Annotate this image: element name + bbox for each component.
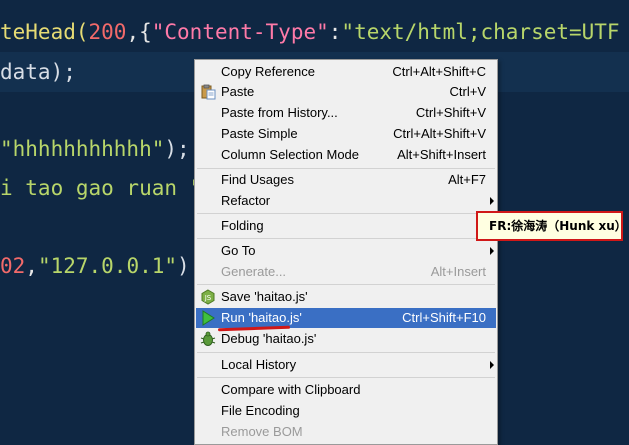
code-line-4[interactable]: i tao gao ruan ": [0, 168, 202, 208]
menu-item-generate[interactable]: Generate... Alt+Insert: [196, 262, 496, 282]
menu-separator: [197, 284, 495, 285]
code-token: i tao gao ruan ": [0, 176, 203, 200]
menu-item-copy-reference[interactable]: Copy Reference Ctrl+Alt+Shift+C: [196, 62, 496, 82]
submenu-arrow-icon: [490, 361, 494, 369]
menu-item-shortcut: Alt+Insert: [430, 264, 486, 279]
clipboard-icon: [201, 84, 216, 100]
menu-separator: [197, 168, 495, 169]
code-token: ,: [25, 254, 38, 278]
code-token: teHead(: [0, 20, 89, 44]
code-line-1[interactable]: teHead(200,{"Content-Type":"text/html;ch…: [0, 12, 620, 52]
submenu-arrow-icon: [490, 197, 494, 205]
menu-item-label: Local History: [221, 357, 297, 372]
menu-item-shortcut: Alt+F7: [448, 172, 486, 187]
menu-item-label: Run 'haitao.js': [221, 310, 302, 325]
menu-item-shortcut: Ctrl+V: [449, 84, 486, 99]
menu-item-label: Paste: [221, 84, 255, 99]
menu-item-label: Debug 'haitao.js': [221, 331, 317, 346]
submenu-arrow-icon: [490, 247, 494, 255]
menu-separator: [197, 377, 495, 378]
code-line-3[interactable]: "hhhhhhhhhhh");: [0, 129, 190, 169]
menu-item-shortcut: Ctrl+Alt+Shift+C: [392, 64, 486, 79]
code-token: "Content-Type": [151, 20, 329, 44]
code-token: 200: [88, 20, 127, 44]
menu-item-label: Find Usages: [221, 172, 294, 187]
menu-item-compare-with-clipboard[interactable]: Compare with Clipboard: [196, 380, 496, 400]
run-icon: [202, 310, 215, 326]
menu-item-paste[interactable]: Paste Ctrl+V: [196, 82, 496, 102]
code-token: "hhhhhhhhhhh": [0, 137, 165, 161]
menu-item-column-selection-mode[interactable]: Column Selection Mode Alt+Shift+Insert: [196, 145, 496, 165]
code-token: data);: [0, 60, 76, 84]
tooltip: FR:徐海涛（Hunk xu）: [476, 211, 627, 241]
nodejs-icon: JS: [201, 289, 215, 305]
menu-item-shortcut: Alt+Shift+Insert: [397, 147, 486, 162]
svg-text:JS: JS: [204, 294, 212, 302]
code-token: ): [177, 254, 190, 278]
menu-item-label: Paste from History...: [221, 105, 338, 120]
menu-item-label: Remove BOM: [221, 424, 303, 439]
menu-item-label: Folding: [221, 218, 264, 233]
menu-item-refactor[interactable]: Refactor: [196, 191, 496, 211]
code-token: );: [164, 137, 190, 161]
menu-item-label: Column Selection Mode: [221, 147, 360, 162]
menu-item-run-file[interactable]: Run 'haitao.js' Ctrl+Shift+F10: [196, 308, 496, 328]
code-token: ,{: [126, 20, 152, 44]
menu-separator: [197, 213, 495, 214]
menu-item-label: File Encoding: [221, 403, 300, 418]
menu-item-local-history[interactable]: Local History: [196, 355, 496, 375]
menu-item-label: Copy Reference: [221, 64, 315, 79]
code-token: 02: [0, 254, 26, 278]
menu-item-label: Go To: [221, 243, 256, 258]
menu-item-remove-bom[interactable]: Remove BOM: [196, 422, 496, 442]
menu-item-label: Save 'haitao.js': [221, 289, 308, 304]
menu-separator: [197, 238, 495, 239]
code-token: "127.0.0.1": [37, 254, 178, 278]
menu-item-shortcut: Ctrl+Shift+V: [415, 105, 486, 120]
context-menu: Copy Reference Ctrl+Alt+Shift+C Paste Ct…: [194, 59, 498, 445]
menu-item-paste-simple[interactable]: Paste Simple Ctrl+Alt+Shift+V: [196, 124, 496, 144]
debug-icon: [200, 331, 216, 346]
menu-separator: [197, 352, 495, 353]
menu-item-go-to[interactable]: Go To: [196, 241, 496, 261]
menu-item-save-file[interactable]: JS Save 'haitao.js': [196, 287, 496, 307]
code-line-5[interactable]: 02,"127.0.0.1"): [0, 246, 190, 286]
menu-item-label: Paste Simple: [221, 126, 298, 141]
menu-item-folding[interactable]: Folding: [196, 216, 496, 236]
menu-item-shortcut: Ctrl+Shift+F10: [402, 310, 486, 325]
menu-item-find-usages[interactable]: Find Usages Alt+F7: [196, 170, 496, 190]
menu-item-shortcut: Ctrl+Alt+Shift+V: [393, 126, 486, 141]
menu-item-label: Refactor: [221, 193, 271, 208]
menu-item-label: Compare with Clipboard: [221, 382, 361, 397]
menu-item-paste-from-history[interactable]: Paste from History... Ctrl+Shift+V: [196, 103, 496, 123]
code-token: "text/html;charset=UTF: [341, 20, 620, 44]
code-token: :: [328, 20, 342, 44]
menu-item-file-encoding[interactable]: File Encoding: [196, 401, 496, 421]
menu-item-label: Generate...: [221, 264, 287, 279]
menu-item-debug-file[interactable]: Debug 'haitao.js': [196, 329, 496, 349]
